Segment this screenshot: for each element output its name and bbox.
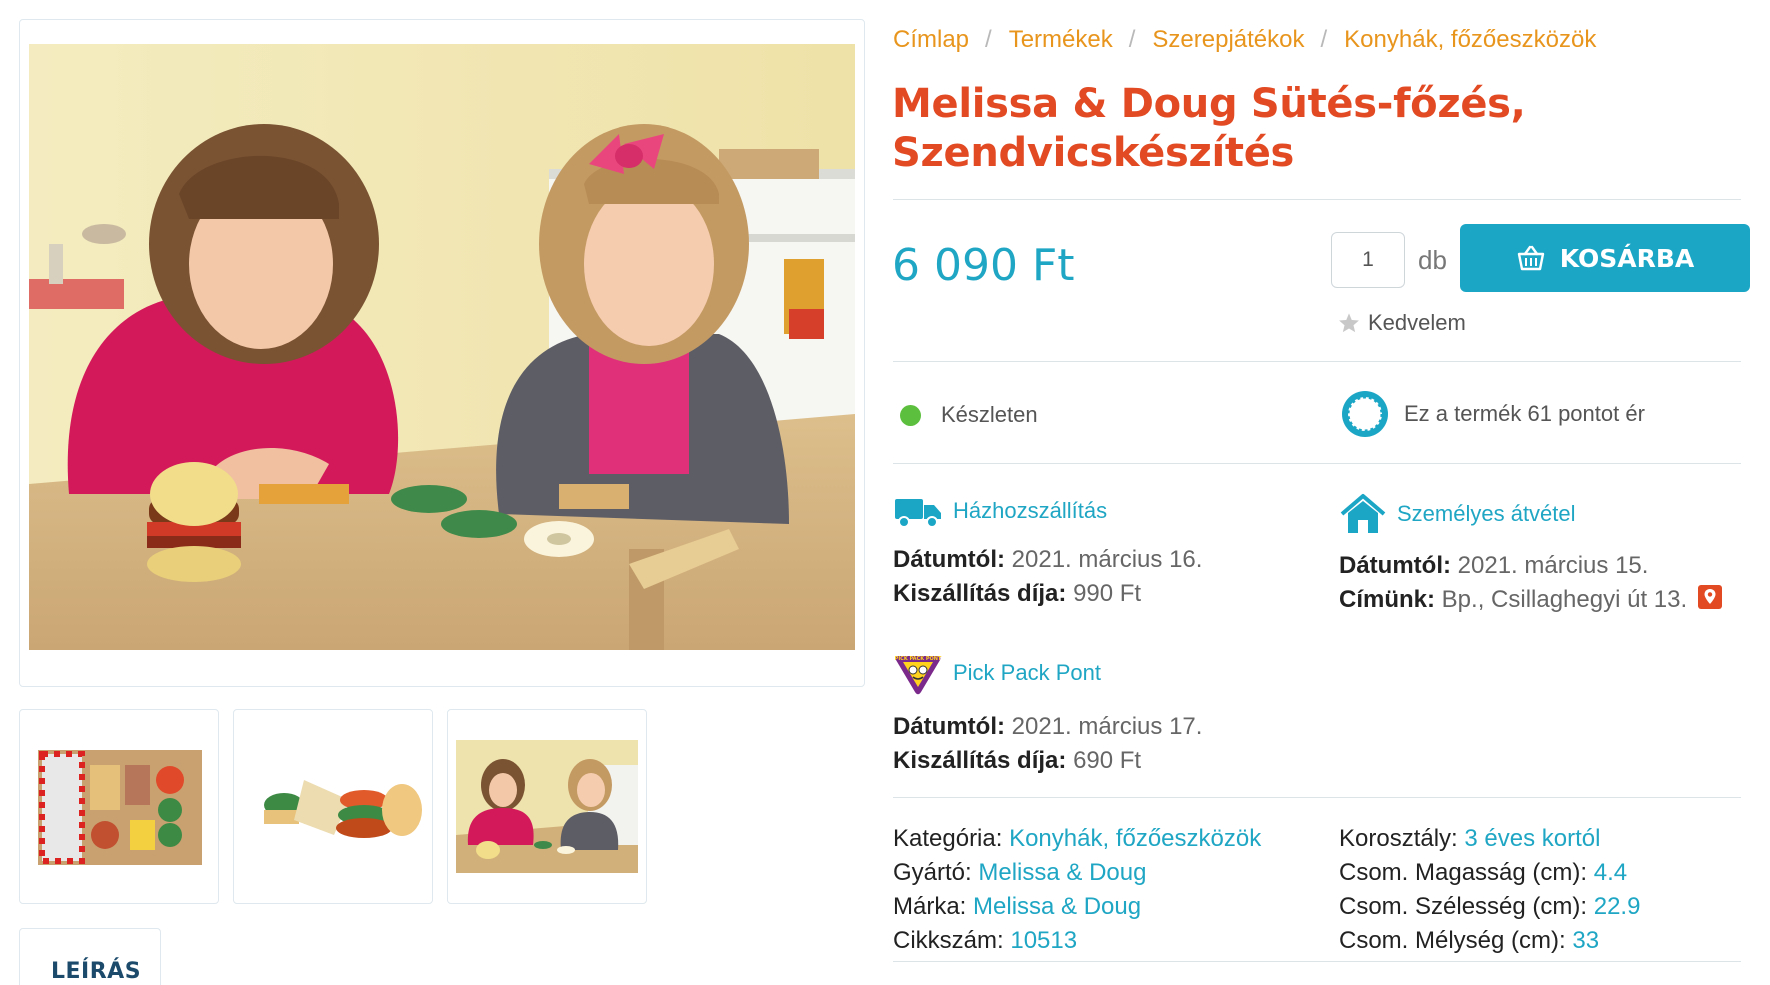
pickpack-date-label: Dátumtól: bbox=[893, 713, 1005, 740]
product-price: 6 090 Ft bbox=[892, 240, 1075, 291]
breadcrumb-products[interactable]: Termékek bbox=[1009, 26, 1113, 53]
house-icon bbox=[1340, 494, 1386, 533]
thumbnail-kids[interactable] bbox=[447, 709, 647, 904]
pick-pack-pont-logo-icon: PICK PACK PONT bbox=[895, 656, 942, 695]
spec-manufacturer-value[interactable]: Melissa & Doug bbox=[978, 859, 1146, 886]
thumbnail-box[interactable] bbox=[19, 709, 219, 904]
points-badge-icon bbox=[1342, 391, 1388, 437]
divider bbox=[893, 463, 1741, 464]
spec-category-value[interactable]: Konyhák, főzőeszközök bbox=[1009, 825, 1261, 852]
spec-manufacturer: Gyártó: Melissa & Doug bbox=[893, 856, 1261, 890]
quantity-input[interactable] bbox=[1331, 232, 1405, 288]
thumbnail-pieces-image bbox=[264, 780, 422, 838]
spec-brand-value[interactable]: Melissa & Doug bbox=[973, 893, 1141, 920]
thumbnail-box-image bbox=[38, 750, 202, 865]
spec-manufacturer-label: Gyártó: bbox=[893, 859, 972, 886]
spec-age: Korosztály: 3 éves kortól bbox=[1339, 822, 1640, 856]
main-image-frame bbox=[19, 19, 865, 687]
pickpack-info: PICK PACK PONT Pick Pack Pont Dátumtól: … bbox=[893, 650, 1202, 778]
spec-sku-value: 10513 bbox=[1010, 927, 1078, 954]
pickpack-link[interactable]: PICK PACK PONT Pick Pack Pont bbox=[893, 650, 1202, 696]
favorite-label: Kedvelem bbox=[1368, 310, 1466, 335]
spec-depth-value: 33 bbox=[1572, 927, 1600, 954]
spec-width-label: Csom. Szélesség (cm): bbox=[1339, 893, 1588, 920]
spec-brand: Márka: Melissa & Doug bbox=[893, 890, 1261, 924]
pickpack-logo-text: PICK PACK PONT bbox=[895, 656, 942, 662]
spec-width: Csom. Szélesség (cm): 22.9 bbox=[1339, 890, 1640, 924]
breadcrumb-kitchens[interactable]: Konyhák, főzőeszközök bbox=[1344, 26, 1596, 53]
points-text: Ez a termék 61 pontot ér bbox=[1404, 401, 1645, 426]
pickup-date-row: Dátumtól: 2021. március 15. bbox=[1339, 549, 1722, 583]
stock-status-label: Készleten bbox=[941, 402, 1038, 427]
home-delivery-date-row: Dátumtól: 2021. március 16. bbox=[893, 543, 1202, 577]
quantity-unit: db bbox=[1418, 245, 1447, 275]
main-photo-illustration bbox=[29, 44, 855, 650]
breadcrumb-separator: / bbox=[1320, 26, 1328, 53]
add-to-cart-button[interactable]: KOSÁRBA bbox=[1460, 224, 1750, 292]
pickpack-date: 2021. március 17. bbox=[1011, 713, 1203, 740]
divider bbox=[893, 361, 1741, 362]
thumbnail-kids-image bbox=[456, 740, 638, 873]
personal-pickup-link[interactable]: Személyes átvétel bbox=[1339, 493, 1722, 535]
spec-depth-label: Csom. Mélység (cm): bbox=[1339, 927, 1566, 954]
basket-icon bbox=[1517, 245, 1544, 271]
pickup-date-label: Dátumtól: bbox=[1339, 552, 1451, 579]
thumbnail-pieces[interactable] bbox=[233, 709, 433, 904]
main-product-photo[interactable] bbox=[29, 44, 855, 650]
breadcrumb-separator: / bbox=[1128, 26, 1136, 53]
breadcrumb-separator: / bbox=[985, 26, 992, 53]
home-delivery-date-label: Dátumtól: bbox=[893, 546, 1005, 573]
tab-description-label: LEÍRÁS bbox=[51, 959, 142, 984]
spec-category-label: Kategória: bbox=[893, 825, 1003, 852]
home-delivery-date: 2021. március 16. bbox=[1011, 546, 1203, 573]
spec-height-value: 4.4 bbox=[1593, 859, 1628, 886]
spec-width-value: 22.9 bbox=[1593, 893, 1641, 920]
pickpack-fee: 690 Ft bbox=[1073, 747, 1142, 774]
home-delivery-link[interactable]: Házhozszállítás bbox=[893, 493, 1202, 529]
divider bbox=[893, 797, 1741, 798]
product-specs-right: Korosztály: 3 éves kortól Csom. Magasság… bbox=[1339, 822, 1640, 958]
breadcrumb: Címlap / Termékek / Szerepjátékok / Konyhák, f… bbox=[893, 26, 1596, 54]
breadcrumb-home[interactable]: Címlap bbox=[893, 26, 969, 53]
pickpack-title: Pick Pack Pont bbox=[953, 660, 1101, 685]
add-to-cart-label: KOSÁRBA bbox=[1559, 243, 1695, 273]
home-delivery-fee-label: Kiszállítás díja: bbox=[893, 580, 1067, 607]
home-delivery-fee-row: Kiszállítás díja: 990 Ft bbox=[893, 577, 1202, 611]
pickpack-date-row: Dátumtól: 2021. március 17. bbox=[893, 710, 1202, 744]
spec-sku-label: Cikkszám: bbox=[893, 927, 1004, 954]
star-icon bbox=[1339, 313, 1359, 333]
product-title: Melissa & Doug Sütés-főzés, Szendvicskés… bbox=[892, 81, 1526, 176]
personal-pickup-info: Személyes átvétel Dátumtól: 2021. márciu… bbox=[1339, 493, 1722, 617]
divider bbox=[893, 199, 1741, 200]
personal-pickup-title: Személyes átvétel bbox=[1397, 501, 1576, 526]
pickup-date: 2021. március 15. bbox=[1457, 552, 1649, 579]
spec-sku: Cikkszám: 10513 bbox=[893, 924, 1261, 958]
home-delivery-fee: 990 Ft bbox=[1073, 580, 1142, 607]
pickup-address-row: Címünk: Bp., Csillaghegyi út 13. bbox=[1339, 583, 1722, 617]
divider bbox=[893, 961, 1741, 962]
home-delivery-title: Házhozszállítás bbox=[953, 498, 1108, 523]
stock-status: Készleten bbox=[900, 402, 1038, 428]
home-delivery-info: Házhozszállítás Dátumtól: 2021. március … bbox=[893, 493, 1202, 611]
spec-height: Csom. Magasság (cm): 4.4 bbox=[1339, 856, 1640, 890]
product-specs-left: Kategória: Konyhák, főzőeszközök Gyártó:… bbox=[893, 822, 1261, 958]
tab-description[interactable]: LEÍRÁS bbox=[19, 928, 161, 985]
pickup-address-label: Címünk: bbox=[1339, 586, 1435, 613]
in-stock-dot-icon bbox=[900, 404, 921, 426]
breadcrumb-roleplay[interactable]: Szerepjátékok bbox=[1152, 26, 1304, 53]
pickpack-fee-row: Kiszállítás díja: 690 Ft bbox=[893, 744, 1202, 778]
map-pin-icon[interactable] bbox=[1697, 585, 1722, 609]
spec-height-label: Csom. Magasság (cm): bbox=[1339, 859, 1588, 886]
spec-depth: Csom. Mélység (cm): 33 bbox=[1339, 924, 1640, 958]
spec-category: Kategória: Konyhák, főzőeszközök bbox=[893, 822, 1261, 856]
favorite-toggle[interactable]: Kedvelem bbox=[1338, 310, 1466, 336]
loyalty-points: Ez a termék 61 pontot ér bbox=[1340, 389, 1645, 439]
spec-age-label: Korosztály: bbox=[1339, 825, 1458, 852]
truck-icon bbox=[895, 499, 941, 528]
spec-brand-label: Márka: bbox=[893, 893, 967, 920]
pickup-address: Bp., Csillaghegyi út 13. bbox=[1441, 586, 1688, 613]
pickpack-fee-label: Kiszállítás díja: bbox=[893, 747, 1067, 774]
spec-age-value[interactable]: 3 éves kortól bbox=[1464, 825, 1600, 852]
